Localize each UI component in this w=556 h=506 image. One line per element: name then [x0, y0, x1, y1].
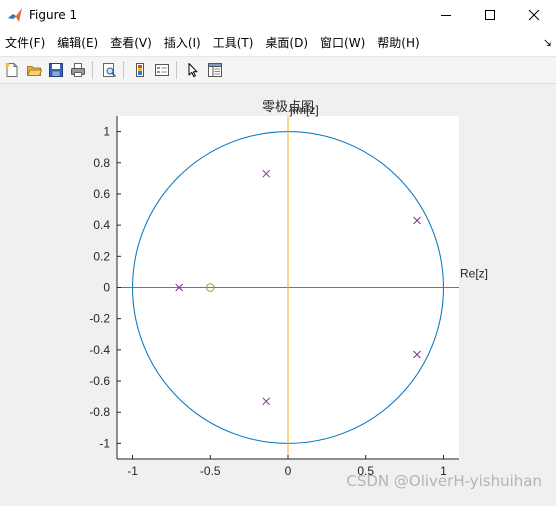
property-editor-button[interactable] [205, 60, 225, 80]
y-tick-label: 0 [103, 281, 110, 295]
y-tick-label: 0.4 [93, 218, 110, 232]
y-tick-label: 0.6 [93, 187, 110, 201]
y-tick-label: 0.8 [93, 156, 110, 170]
edit-plot-button[interactable] [183, 60, 203, 80]
menu-tools[interactable]: 工具(T) [207, 30, 260, 56]
print-preview-icon [103, 63, 117, 78]
save-button[interactable] [46, 60, 66, 80]
insert-colorbar-button[interactable] [130, 60, 150, 80]
x-axis-label: Re[z] [460, 267, 488, 281]
x-tick-label: -0.5 [200, 464, 221, 478]
title-bar: Figure 1 [0, 0, 556, 30]
y-tick-label: -0.6 [89, 374, 110, 388]
minimize-icon [441, 15, 451, 16]
dock-arrow-icon[interactable]: ↘ [543, 36, 552, 49]
menu-desktop[interactable]: 桌面(D) [259, 30, 314, 56]
close-button[interactable] [512, 0, 556, 30]
menu-edit[interactable]: 编辑(E) [51, 30, 104, 56]
watermark: CSDN @OliverH-yishuihan [346, 472, 542, 490]
menu-file[interactable]: 文件(F) [0, 30, 51, 56]
menu-insert[interactable]: 插入(I) [158, 30, 207, 56]
print-icon [71, 63, 85, 77]
open-file-icon [26, 66, 42, 76]
save-icon [49, 63, 63, 77]
toolbar-separator [92, 61, 93, 79]
new-figure-icon [5, 63, 18, 77]
toolbar-separator [123, 61, 124, 79]
x-tick-label: -1 [127, 464, 138, 478]
x-tick-label: 0 [285, 464, 292, 478]
minimize-button[interactable] [424, 0, 468, 30]
property-editor-icon [208, 63, 222, 77]
insert-colorbar-icon [136, 63, 144, 77]
insert-legend-icon [155, 64, 169, 76]
print-preview-button[interactable] [99, 60, 119, 80]
window-title: Figure 1 [29, 8, 78, 22]
y-tick-label: -0.8 [89, 405, 110, 419]
y-axis-label: jIm[z] [289, 103, 319, 117]
toolbar [0, 57, 556, 84]
menu-bar: 文件(F) 编辑(E) 查看(V) 插入(I) 工具(T) 桌面(D) 窗口(W… [0, 30, 556, 57]
edit-plot-icon [188, 63, 198, 78]
open-file-button[interactable] [24, 60, 44, 80]
close-icon [528, 9, 540, 21]
menu-window[interactable]: 窗口(W) [314, 30, 371, 56]
new-figure-button[interactable] [2, 60, 22, 80]
y-tick-label: 0.2 [93, 249, 110, 263]
y-tick-label: -0.4 [89, 343, 110, 357]
y-tick-label: -0.2 [89, 312, 110, 326]
print-button[interactable] [68, 60, 88, 80]
maximize-button[interactable] [468, 0, 512, 30]
maximize-icon [485, 10, 495, 20]
zero-pole-plot[interactable]: -1 -0.5 0 0.5 110.80.60.40.20-0.2-0.4-0.6-0.… [0, 84, 556, 502]
matlab-logo-icon [8, 8, 22, 22]
figure-canvas[interactable]: -1 -0.5 0 0.5 1 1 0.8 0.6 0.4 0.2 0 -0.2 -0.4 -0.6 -0.… [0, 84, 556, 502]
menu-help[interactable]: 帮助(H) [371, 30, 425, 56]
insert-legend-button[interactable] [152, 60, 172, 80]
toolbar-separator [176, 61, 177, 79]
y-tick-label: -1 [99, 436, 110, 450]
y-tick-label: 1 [103, 125, 110, 139]
menu-view[interactable]: 查看(V) [104, 30, 158, 56]
